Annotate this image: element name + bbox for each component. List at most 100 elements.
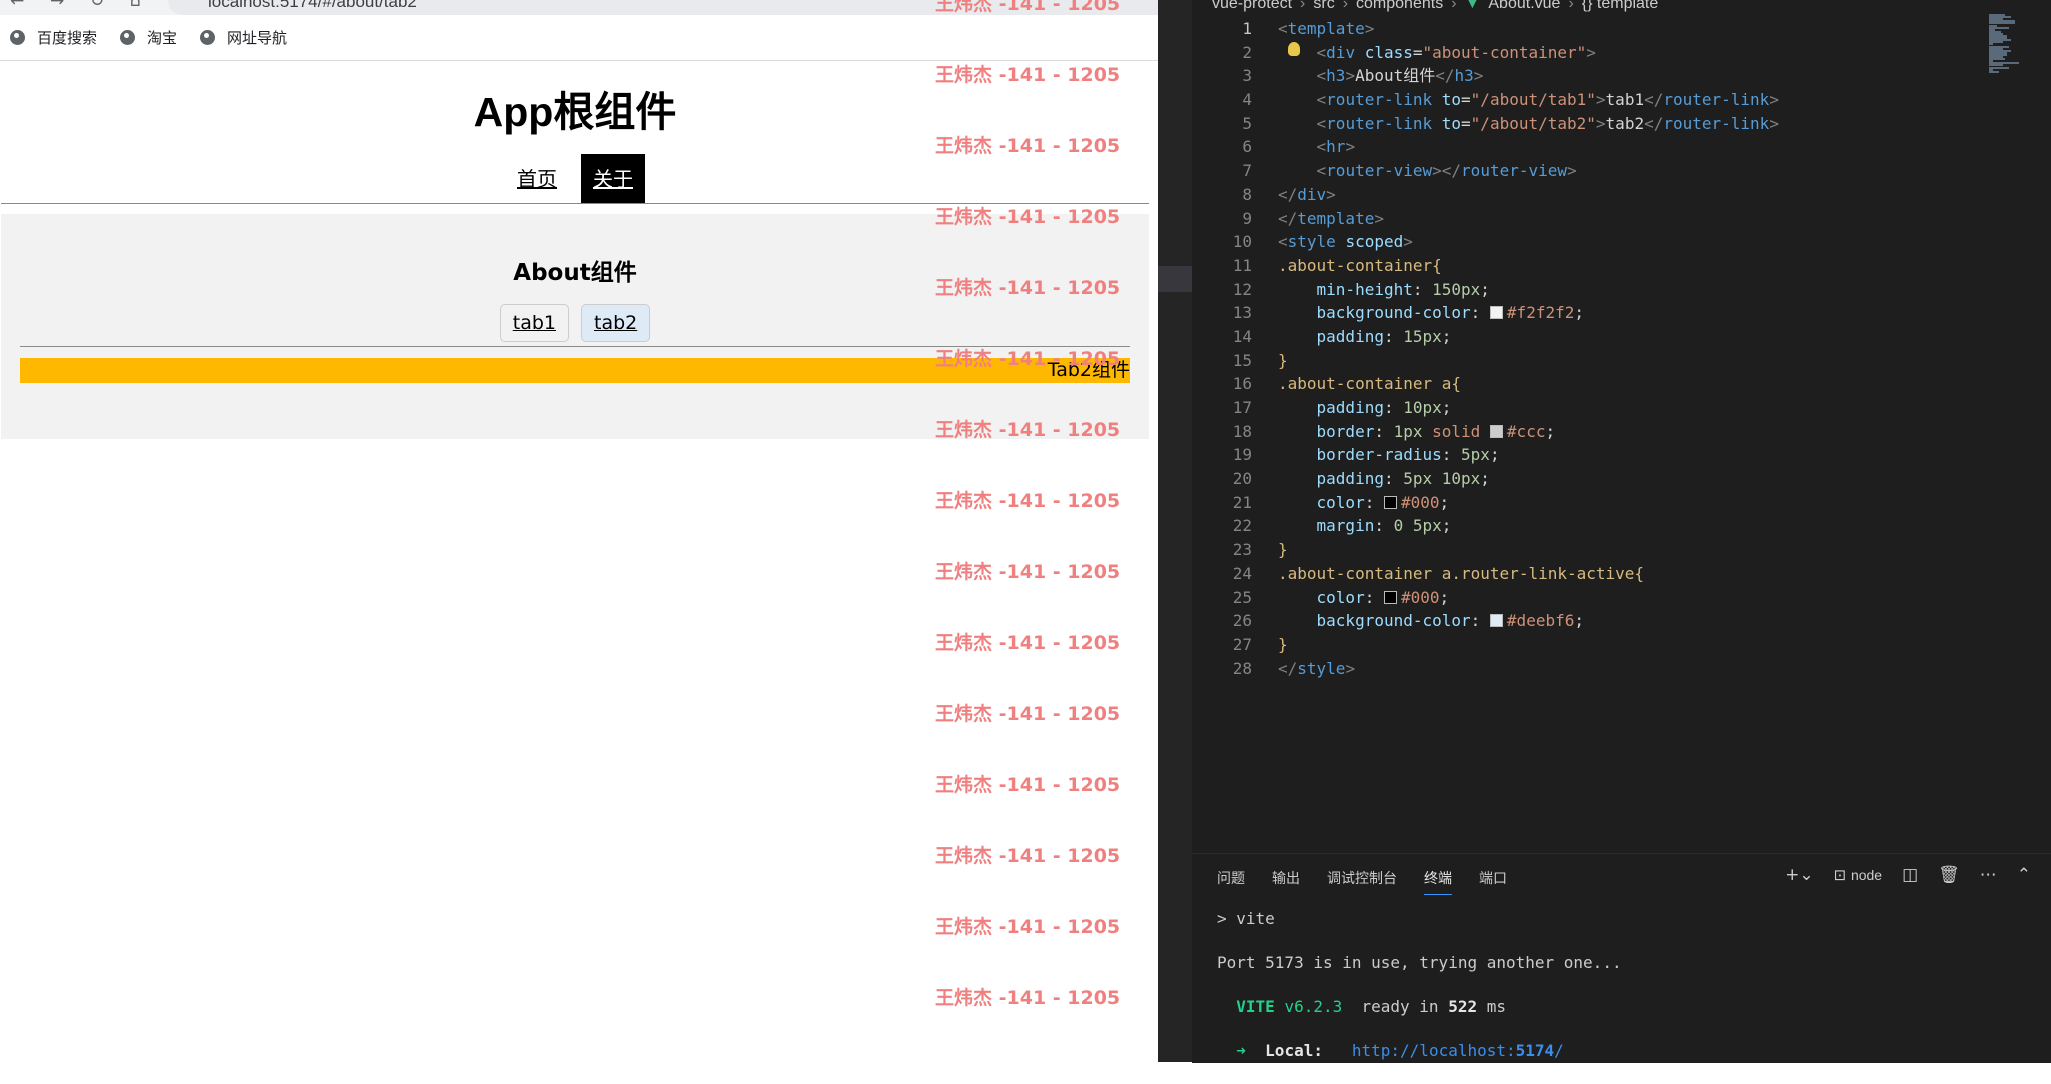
code-token: 5px bbox=[1461, 445, 1490, 465]
bookmark-item[interactable]: 淘宝 bbox=[120, 25, 177, 49]
code-token: #000 bbox=[1400, 587, 1440, 607]
terminal-ready-line: VITE v6.2.3 ready in 522 ms bbox=[1217, 996, 1622, 1018]
code-line: <hr> bbox=[1278, 135, 1779, 159]
code-line: padding: 5px 10px; bbox=[1278, 467, 1779, 491]
breadcrumb-separator-icon: › bbox=[1451, 0, 1457, 12]
more-icon[interactable]: ⋯ bbox=[1980, 865, 1997, 885]
panel-tab-2[interactable]: 调试控制台 bbox=[1327, 868, 1397, 895]
code-token: ; bbox=[1441, 516, 1452, 536]
line-number: 27 bbox=[1232, 634, 1252, 654]
panel-tab-3[interactable]: 终端 bbox=[1424, 868, 1452, 895]
router-link-tab1[interactable]: tab1 bbox=[499, 304, 569, 342]
code-line: </div> bbox=[1278, 183, 1779, 207]
nav-link-0[interactable]: 首页 bbox=[505, 154, 569, 204]
breadcrumb-item[interactable]: About.vue bbox=[1488, 0, 1560, 14]
about-divider bbox=[20, 346, 1130, 347]
line-number: 15 bbox=[1232, 350, 1252, 370]
line-number: 25 bbox=[1232, 587, 1252, 607]
watermark-text: 王炜杰 -141 - 1205 bbox=[935, 561, 1121, 583]
breadcrumb-item[interactable]: components bbox=[1356, 0, 1443, 14]
code-token: to bbox=[1441, 90, 1462, 110]
code-token: #f2f2f2 bbox=[1506, 303, 1575, 323]
code-token: } bbox=[1278, 540, 1288, 560]
minimap[interactable] bbox=[1989, 14, 2033, 74]
code-token: : bbox=[1441, 445, 1462, 465]
local-url[interactable]: http://localhost:5174/ bbox=[1352, 1041, 1564, 1060]
router-link-tab2[interactable]: tab2 bbox=[581, 304, 651, 342]
code-token: ; bbox=[1439, 587, 1450, 607]
bookmark-item[interactable]: 网址导航 bbox=[200, 25, 287, 49]
color-swatch[interactable] bbox=[1489, 424, 1503, 438]
line-number: 2 bbox=[1242, 42, 1252, 62]
breadcrumb-item[interactable]: {} template bbox=[1582, 0, 1659, 14]
code-token: 15px bbox=[1403, 326, 1442, 346]
home-icon[interactable]: ⌂ bbox=[130, 0, 141, 11]
split-terminal-icon[interactable]: ◫ bbox=[1902, 865, 1918, 885]
code-token: padding bbox=[1316, 326, 1384, 346]
panel-tab-0[interactable]: 问题 bbox=[1217, 868, 1245, 895]
code-editor[interactable]: vue-protect › src › components › ▼ About.vue › {}… bbox=[1192, 0, 2051, 853]
code-token: ; bbox=[1545, 421, 1556, 441]
panel-tab-1[interactable]: 输出 bbox=[1272, 868, 1300, 895]
terminal-output[interactable]: > vite Port 5173 is in use, trying anoth… bbox=[1217, 908, 1622, 1084]
trash-icon[interactable]: 🗑 bbox=[1938, 865, 1960, 885]
code-token: color bbox=[1316, 587, 1365, 607]
color-swatch[interactable] bbox=[1383, 590, 1397, 604]
watermark-text: 王炜杰 -141 - 1205 bbox=[935, 987, 1121, 1009]
new-terminal-icon[interactable]: +⌄ bbox=[1785, 865, 1814, 885]
about-tabs: tab1 tab2 bbox=[1, 304, 1149, 342]
chevron-up-icon[interactable]: ⌃ bbox=[2017, 865, 2031, 885]
breadcrumb-separator-icon: › bbox=[1300, 0, 1306, 12]
code-line: min-height: 150px; bbox=[1278, 278, 1779, 302]
line-number: 13 bbox=[1232, 303, 1252, 323]
code-token: ; bbox=[1480, 279, 1490, 299]
local-label: Local: bbox=[1265, 1041, 1323, 1060]
ready-suffix: ms bbox=[1477, 997, 1507, 1016]
bookmark-item[interactable]: 百度搜索 bbox=[10, 25, 97, 49]
code-line: </template> bbox=[1278, 207, 1779, 231]
color-swatch[interactable] bbox=[1383, 495, 1397, 509]
terminal-name[interactable]: node bbox=[1851, 867, 1882, 883]
code-token: tab2 bbox=[1605, 113, 1645, 133]
reload-icon[interactable]: ↻ bbox=[90, 0, 104, 11]
breadcrumb-item[interactable]: vue-protect bbox=[1212, 0, 1292, 14]
code-token: } bbox=[1278, 350, 1288, 370]
minimap-line bbox=[1989, 70, 1999, 73]
line-number: 10 bbox=[1232, 232, 1252, 252]
color-swatch[interactable] bbox=[1489, 614, 1503, 628]
window-splitter[interactable] bbox=[1158, 0, 1192, 1062]
line-number: 11 bbox=[1232, 255, 1252, 275]
breadcrumb-item[interactable]: src bbox=[1313, 0, 1334, 14]
code-token: border-radius bbox=[1316, 445, 1442, 465]
line-number: 4 bbox=[1242, 90, 1252, 110]
code-token: #deebf6 bbox=[1506, 611, 1575, 631]
code-token: : bbox=[1364, 587, 1384, 607]
code-content[interactable]: <template> <div class="about-container">… bbox=[1278, 17, 1779, 680]
code-line: .about-container a.router-link-active{ bbox=[1278, 562, 1779, 586]
code-line: background-color: #deebf6; bbox=[1278, 609, 1779, 633]
code-token: padding bbox=[1316, 469, 1384, 489]
back-icon[interactable]: ← bbox=[10, 0, 24, 11]
code-token: </ bbox=[1278, 208, 1298, 228]
code-token: > bbox=[1345, 658, 1356, 678]
editor-breadcrumb: vue-protect › src › components › ▼ About.vue › {}… bbox=[1212, 0, 1658, 14]
code-token: to bbox=[1441, 113, 1462, 133]
code-token: solid bbox=[1432, 421, 1490, 441]
code-token: } bbox=[1278, 634, 1288, 654]
line-number: 17 bbox=[1232, 398, 1252, 417]
code-line: background-color: #f2f2f2; bbox=[1278, 301, 1779, 325]
code-line: } bbox=[1278, 538, 1779, 562]
line-number: 24 bbox=[1232, 563, 1252, 583]
panel-tab-4[interactable]: 端口 bbox=[1479, 868, 1507, 895]
nav-link-1[interactable]: 关于 bbox=[581, 154, 645, 204]
color-swatch[interactable] bbox=[1489, 306, 1503, 320]
forward-icon[interactable]: → bbox=[50, 0, 64, 11]
